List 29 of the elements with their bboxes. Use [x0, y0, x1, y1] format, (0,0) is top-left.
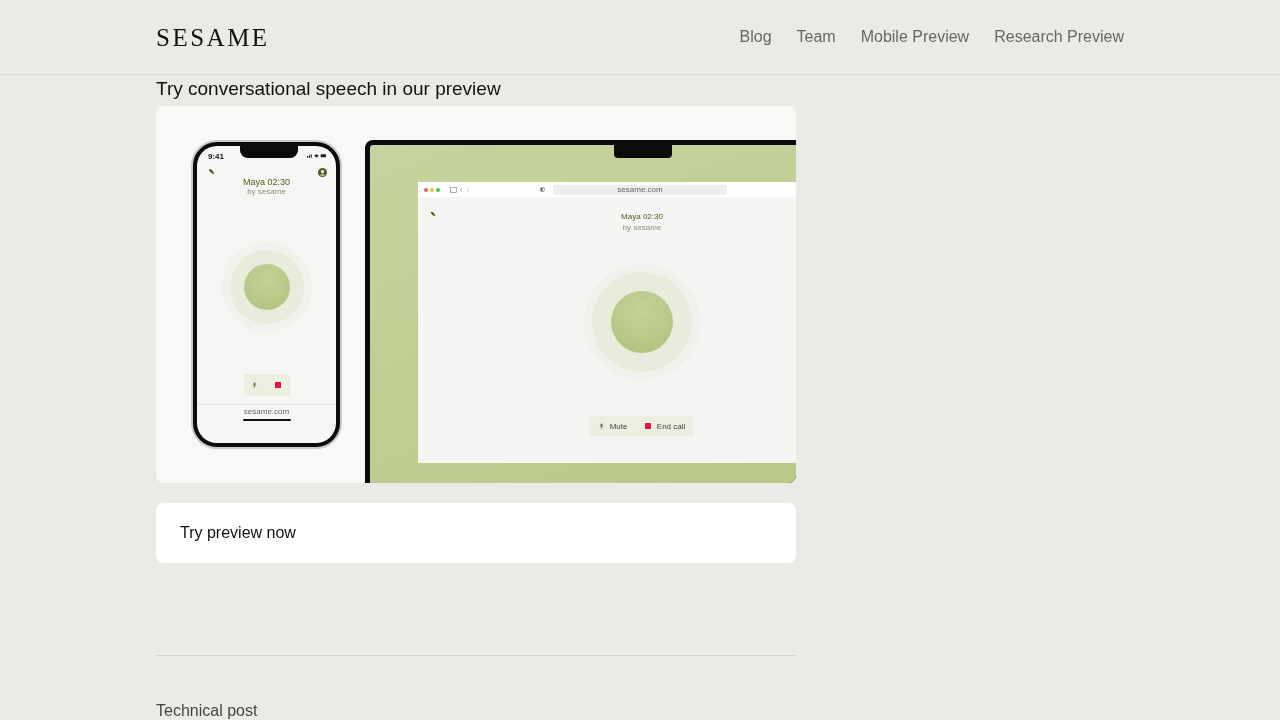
nav-link[interactable]: Mobile Preview [860, 28, 970, 46]
call-title: Maya 02:30 [243, 177, 290, 187]
nav-link[interactable]: Blog [739, 28, 772, 46]
phone-notch [240, 146, 298, 158]
logo[interactable]: SESAME [156, 23, 270, 52]
call-subtitle: by sesame [622, 223, 662, 232]
stop-icon [644, 423, 651, 429]
nav-link[interactable]: Team [796, 28, 836, 46]
call-title: Maya 02:30 [621, 212, 663, 221]
control-label[interactable]: End call [656, 421, 686, 431]
microphone-icon [252, 381, 258, 389]
shield-icon [540, 187, 545, 192]
call-subtitle: by sesame [247, 187, 286, 196]
section-heading: Try conversational speech in our preview [156, 78, 502, 101]
camera-notch [614, 145, 672, 158]
browser-nav-icons [448, 186, 472, 193]
user-icon [318, 168, 327, 177]
leaf-icon [208, 168, 215, 175]
status-time: 9:41 [208, 151, 224, 161]
nav-link[interactable]: Research Preview [994, 28, 1124, 46]
url-text: sesame.com [197, 404, 336, 416]
section-label: Technical post [156, 702, 259, 720]
status-icons [307, 153, 327, 159]
stop-icon [274, 382, 281, 388]
address-bar[interactable]: sesame.com [553, 184, 727, 195]
try-preview-button[interactable]: Try preview now [156, 503, 796, 563]
microphone-icon [598, 422, 604, 430]
control-label[interactable]: Mute [609, 421, 628, 431]
leaf-icon [430, 211, 436, 217]
